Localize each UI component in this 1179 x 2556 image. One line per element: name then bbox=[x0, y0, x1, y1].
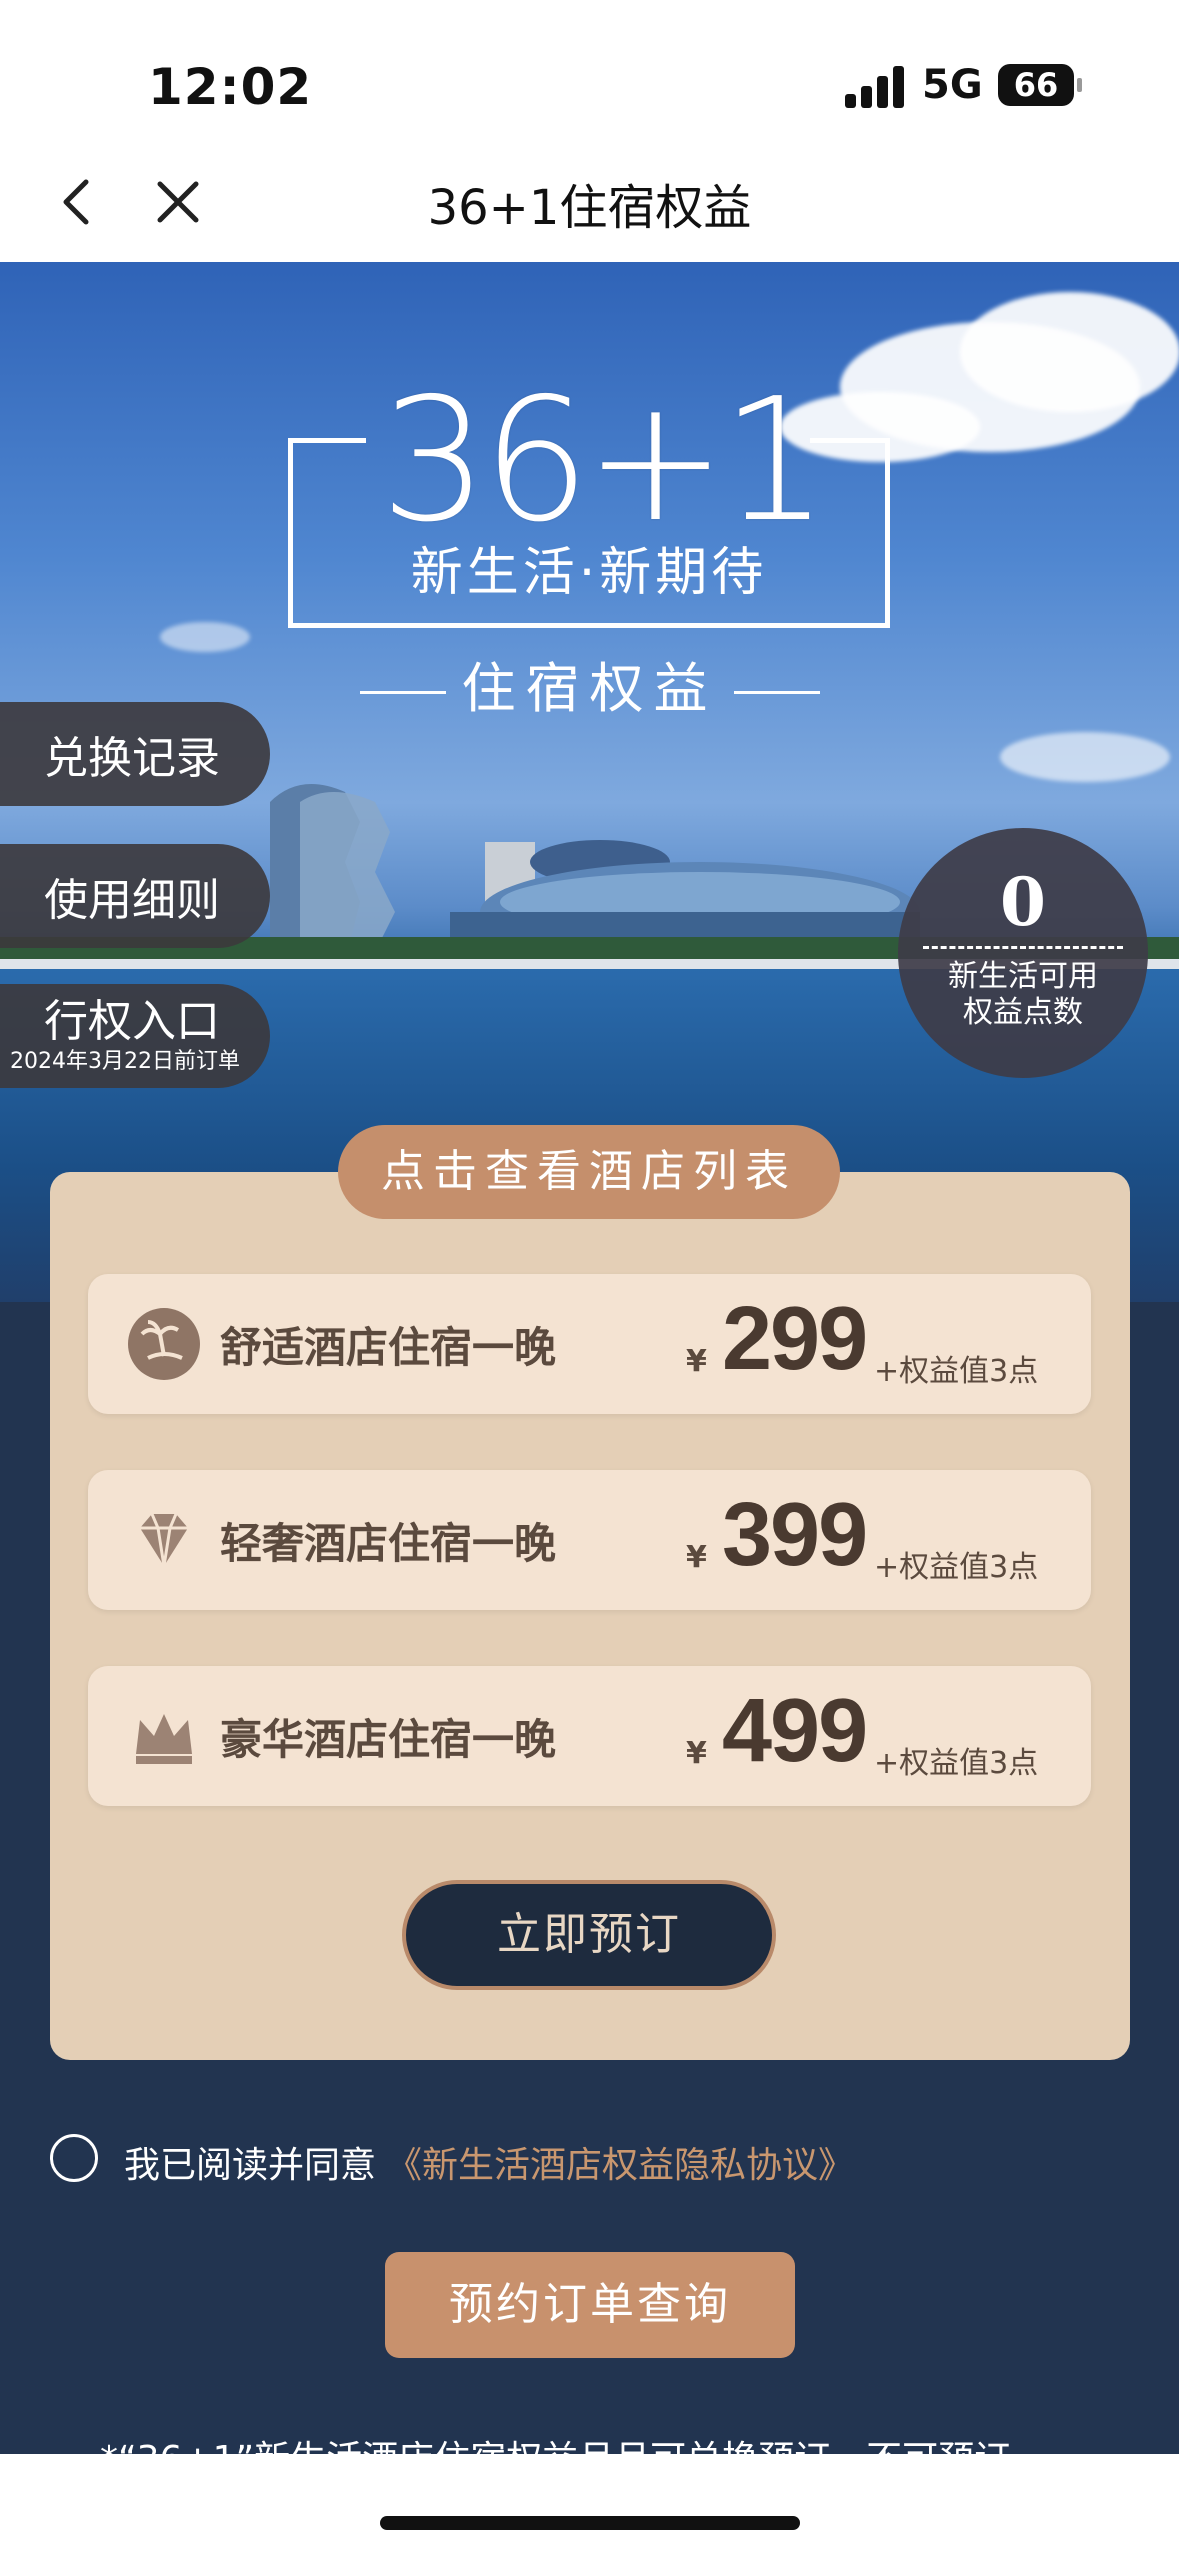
campaign-slogan: 新生活·新期待 bbox=[410, 543, 768, 603]
tier-points-cost: +权益值3点 bbox=[874, 1746, 1039, 1781]
tier-name: 轻奢酒店住宿一晚 bbox=[220, 1519, 557, 1568]
currency-symbol: ¥ bbox=[686, 1736, 707, 1771]
tier-points-cost: +权益值3点 bbox=[874, 1354, 1039, 1389]
tier-price: 299 bbox=[722, 1289, 868, 1389]
tier-price: 499 bbox=[722, 1681, 868, 1781]
book-now-button[interactable]: 立即预订 bbox=[402, 1880, 776, 1990]
view-hotel-list-button[interactable]: 点击查看酒店列表 bbox=[338, 1125, 840, 1219]
points-label: 新生活可用 权益点数 bbox=[898, 959, 1148, 1031]
tier-luxury[interactable]: 豪华酒店住宿一晚 ¥ 499 +权益值3点 bbox=[88, 1666, 1091, 1806]
palm-beach-icon bbox=[128, 1308, 200, 1380]
logo-frame-corner bbox=[288, 438, 366, 443]
battery-icon: 66 bbox=[998, 64, 1074, 106]
redeem-entry-button[interactable]: 行权入口 2024年3月22日前订单 bbox=[0, 984, 270, 1088]
status-bar: 12:02 5G 66 bbox=[0, 0, 1179, 150]
tier-comfort[interactable]: 舒适酒店住宿一晚 ¥ 299 +权益值3点 bbox=[88, 1274, 1091, 1414]
tier-name: 豪华酒店住宿一晚 bbox=[220, 1715, 557, 1764]
privacy-agreement-link[interactable]: 《新生活酒店权益隐私协议》 bbox=[386, 2136, 854, 2188]
currency-symbol: ¥ bbox=[686, 1344, 707, 1379]
crown-icon bbox=[136, 1714, 192, 1764]
redeem-entry-note: 2024年3月22日前订单 bbox=[10, 1049, 240, 1074]
nav-bar: 36+1住宿权益 bbox=[0, 150, 1179, 262]
diamond-icon bbox=[140, 1513, 188, 1567]
agreement-checkbox[interactable] bbox=[50, 2134, 98, 2182]
exchange-record-button[interactable]: 兑换记录 bbox=[0, 702, 270, 806]
network-type: 5G bbox=[922, 62, 983, 108]
battery-tip bbox=[1077, 78, 1082, 92]
page: 12:02 5G 66 36+1住宿权益 36+1 新生活·新期待 住宿权益 兑… bbox=[0, 0, 1179, 2556]
points-value: 0 bbox=[1000, 863, 1046, 941]
redeem-entry-label: 行权入口 bbox=[44, 996, 220, 1047]
tier-light-luxury[interactable]: 轻奢酒店住宿一晚 ¥ 399 +权益值3点 bbox=[88, 1470, 1091, 1610]
points-label-line2: 权益点数 bbox=[963, 995, 1083, 1030]
points-badge: 0 新生活可用 权益点数 bbox=[898, 828, 1148, 1078]
points-label-line1: 新生活可用 bbox=[948, 959, 1098, 994]
home-indicator[interactable] bbox=[380, 2516, 800, 2530]
tier-name: 舒适酒店住宿一晚 bbox=[220, 1323, 557, 1372]
cloud-decoration bbox=[960, 292, 1179, 412]
home-indicator-area bbox=[0, 2454, 1179, 2556]
campaign-subtitle-text: 住宿权益 bbox=[461, 657, 718, 720]
tier-points-cost: +权益值3点 bbox=[874, 1550, 1039, 1585]
usage-rules-button[interactable]: 使用细则 bbox=[0, 844, 270, 948]
status-time: 12:02 bbox=[148, 58, 313, 116]
signal-icon bbox=[845, 66, 905, 108]
order-query-button[interactable]: 预约订单查询 bbox=[385, 2252, 795, 2358]
tier-price: 399 bbox=[722, 1485, 868, 1585]
page-title: 36+1住宿权益 bbox=[427, 180, 752, 236]
currency-symbol: ¥ bbox=[686, 1540, 707, 1575]
points-divider bbox=[923, 946, 1123, 949]
agreement-text: 我已阅读并同意 bbox=[124, 2145, 377, 2186]
